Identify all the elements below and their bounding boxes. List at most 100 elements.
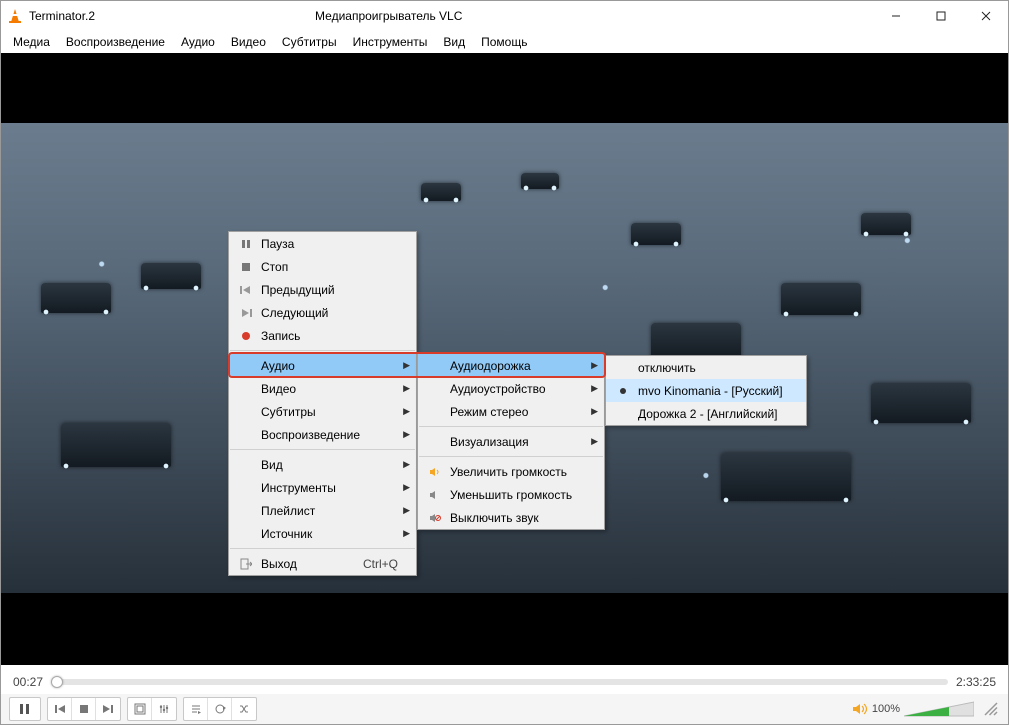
menu-help[interactable]: Помощь [473,32,535,52]
audio-submenu-separator [419,426,603,427]
context-menu-item[interactable]: ВыходCtrl+Q [229,552,416,575]
seek-knob[interactable] [51,676,63,688]
loop-icon [214,703,226,715]
context-menu-item[interactable]: Источник▶ [229,522,416,545]
context-menu-label: Стоп [257,260,288,274]
window-close-button[interactable] [963,1,1008,31]
submenu-arrow-icon: ▶ [403,406,410,417]
audio-submenu-label: Увеличить громкость [446,465,567,479]
context-menu-label: Аудио [257,359,295,373]
context-menu-item[interactable]: Вид▶ [229,453,416,476]
track-submenu-label: mvo Kinomania - [Русский] [634,384,783,398]
menu-playback[interactable]: Воспроизведение [58,32,173,52]
menu-video[interactable]: Видео [223,32,274,52]
context-menu-label: Плейлист [257,504,315,518]
context-menu-item[interactable]: Видео▶ [229,377,416,400]
submenu-arrow-icon: ▶ [591,360,598,371]
track-submenu-item[interactable]: mvo Kinomania - [Русский] [606,379,806,402]
track-submenu-item[interactable]: Дорожка 2 - [Английский] [606,402,806,425]
pause-icon [19,703,31,715]
fullscreen-icon [134,703,146,715]
track-submenu-item[interactable]: отключить [606,356,806,379]
audio-submenu-item[interactable]: Выключить звук [418,506,604,529]
context-menu-item[interactable]: Инструменты▶ [229,476,416,499]
context-menu-label: Следующий [257,306,328,320]
window-titlebar: Terminator.2 Медиапроигрыватель VLC [1,1,1008,31]
previous-button[interactable] [48,698,72,720]
bullet-icon [612,387,634,395]
total-time-label: 2:33:25 [956,675,996,689]
menu-subtitles[interactable]: Субтитры [274,32,345,52]
stop-icon [79,704,89,714]
shuffle-icon [238,703,250,715]
audio-submenu-label: Выключить звук [446,511,539,525]
audio-submenu-label: Аудиодорожка [446,359,531,373]
skip-back-icon [54,703,66,715]
volume-slider[interactable] [904,700,974,718]
context-menu-item[interactable]: Плейлист▶ [229,499,416,522]
context-menu-item[interactable]: Запись [229,324,416,347]
stop-button[interactable] [72,698,96,720]
context-menu-item[interactable]: Следующий [229,301,416,324]
context-menu-item[interactable]: Субтитры ▶ [229,400,416,423]
fullscreen-button[interactable] [128,698,152,720]
vlc-cone-icon [7,8,23,24]
equalizer-icon [158,703,170,715]
submenu-arrow-icon: ▶ [403,528,410,539]
playlist-button[interactable] [184,698,208,720]
context-menu-item[interactable]: Предыдущий [229,278,416,301]
prev-icon [235,285,257,295]
volume-label: 100% [872,703,900,715]
audio-submenu-item[interactable]: Аудиодорожка ▶ [418,354,604,377]
seek-slider[interactable] [51,679,948,685]
context-menu-label: Выход [257,557,297,571]
controls-row: 100% [1,694,1008,724]
menu-audio[interactable]: Аудио [173,32,223,52]
current-time-label: 00:27 [13,675,43,689]
vol-up-icon [424,467,446,477]
shuffle-button[interactable] [232,698,256,720]
context-menu-item[interactable]: Стоп [229,255,416,278]
context-menu: Пауза Стоп Предыдущий Следующий Запись Аудио ▶… [228,231,417,576]
audio-submenu-item[interactable]: Уменьшить громкость [418,483,604,506]
vol-down-icon [424,490,446,500]
submenu-arrow-icon: ▶ [403,383,410,394]
stop-icon [235,262,257,272]
menu-tools[interactable]: Инструменты [345,32,436,52]
submenu-arrow-icon: ▶ [403,360,410,371]
context-menu-label: Субтитры [257,405,316,419]
submenu-arrow-icon: ▶ [403,429,410,440]
window-minimize-button[interactable] [873,1,918,31]
next-button[interactable] [96,698,120,720]
window-title-filename: Terminator.2 [29,9,95,23]
audio-submenu-label: Аудиоустройство [446,382,546,396]
speaker-icon[interactable] [852,702,868,716]
expand-corner-icon[interactable] [982,700,1000,718]
play-pause-button[interactable] [10,698,40,720]
menu-media[interactable]: Медиа [5,32,58,52]
audio-submenu-item[interactable]: Визуализация▶ [418,430,604,453]
audio-submenu-item[interactable]: Аудиоустройство▶ [418,377,604,400]
window-maximize-button[interactable] [918,1,963,31]
seek-bar-row: 00:27 2:33:25 [1,670,1008,694]
context-menu-item[interactable]: Пауза [229,232,416,255]
context-menu-item[interactable]: Воспроизведение▶ [229,423,416,446]
playlist-icon [190,703,202,715]
context-menu-item[interactable]: Аудио ▶ [229,354,416,377]
audio-submenu-item[interactable]: Режим стерео▶ [418,400,604,423]
menu-view[interactable]: Вид [435,32,473,52]
track-submenu-label: Дорожка 2 - [Английский] [634,407,778,421]
context-menu-label: Запись [257,329,300,343]
menubar: Медиа Воспроизведение Аудио Видео Субтит… [1,31,1008,53]
context-menu-label: Предыдущий [257,283,335,297]
submenu-arrow-icon: ▶ [591,436,598,447]
submenu-arrow-icon: ▶ [591,406,598,417]
exit-icon [235,558,257,570]
skip-forward-icon [102,703,114,715]
track-submenu-label: отключить [634,361,696,375]
next-icon [235,308,257,318]
loop-button[interactable] [208,698,232,720]
mute-icon [424,513,446,523]
audio-submenu-item[interactable]: Увеличить громкость [418,460,604,483]
extended-settings-button[interactable] [152,698,176,720]
